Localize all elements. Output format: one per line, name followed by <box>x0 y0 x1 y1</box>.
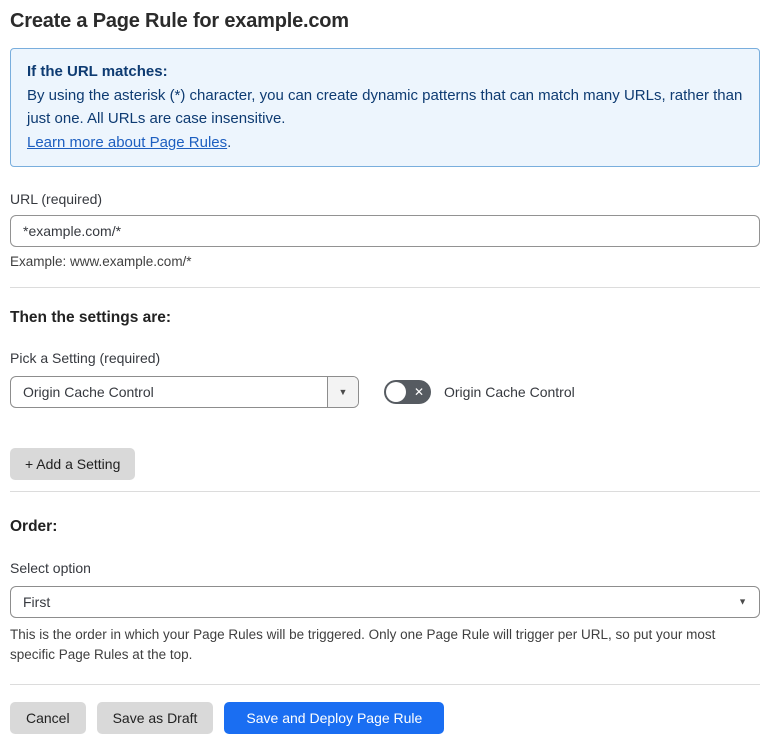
order-select[interactable]: First ▼ <box>10 586 760 618</box>
url-example-helper: Example: www.example.com/* <box>10 254 192 269</box>
info-box-body: By using the asterisk (*) character, you… <box>27 84 743 155</box>
settings-section-heading: Then the settings are: <box>10 309 172 326</box>
footer-actions: Cancel Save as Draft Save and Deploy Pag… <box>10 702 760 734</box>
order-select-value: First <box>23 594 51 610</box>
url-input[interactable] <box>10 215 760 247</box>
origin-cache-control-toggle[interactable]: ✕ <box>384 380 431 404</box>
section-divider <box>10 491 760 492</box>
create-page-rule-form: Create a Page Rule for example.com If th… <box>0 0 770 734</box>
learn-more-link[interactable]: Learn more about Page Rules <box>27 134 227 151</box>
cancel-button[interactable]: Cancel <box>10 702 86 734</box>
setting-dropdown-caret-box[interactable]: ▼ <box>327 377 358 407</box>
setting-dropdown[interactable]: Origin Cache Control ▼ <box>10 376 359 408</box>
section-divider <box>10 287 760 288</box>
order-section-heading: Order: <box>10 518 58 535</box>
info-box-body-text: By using the asterisk (*) character, you… <box>27 86 743 128</box>
pick-setting-label: Pick a Setting (required) <box>10 350 161 366</box>
order-select-label: Select option <box>10 560 91 576</box>
setting-row: Origin Cache Control ▼ ✕ Origin Cache Co… <box>10 376 760 408</box>
save-as-draft-button[interactable]: Save as Draft <box>96 702 214 734</box>
url-field-label: URL (required) <box>10 191 103 207</box>
link-period: . <box>227 133 232 151</box>
toggle-label: Origin Cache Control <box>444 384 575 400</box>
page-title: Create a Page Rule for example.com <box>10 10 349 32</box>
chevron-down-icon: ▼ <box>738 596 747 607</box>
save-and-deploy-button[interactable]: Save and Deploy Page Rule <box>224 702 445 734</box>
add-setting-button[interactable]: + Add a Setting <box>10 448 136 480</box>
chevron-down-icon: ▼ <box>338 386 348 397</box>
url-match-info-box: If the URL matches: By using the asteris… <box>10 48 760 167</box>
order-helper-text: This is the order in which your Page Rul… <box>10 627 716 662</box>
info-box-heading: If the URL matches: <box>27 63 168 80</box>
setting-dropdown-value: Origin Cache Control <box>23 384 154 400</box>
toggle-off-x-icon: ✕ <box>413 384 424 399</box>
toggle-knob <box>386 382 406 402</box>
footer-divider <box>10 684 760 685</box>
